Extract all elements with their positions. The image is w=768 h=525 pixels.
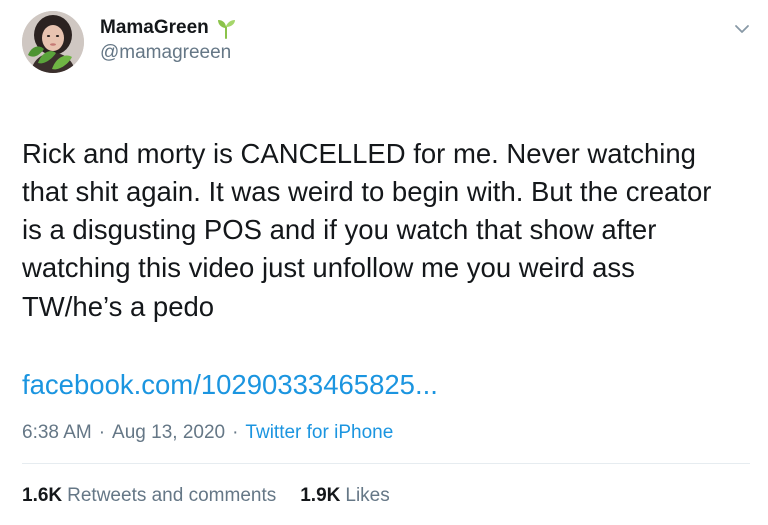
retweets-count: 1.6K (22, 485, 63, 506)
divider (22, 463, 750, 464)
tweet-link[interactable]: facebook.com/10290333465825... (22, 366, 438, 404)
profile-photo-avatar (22, 11, 84, 73)
avatar[interactable] (22, 11, 84, 73)
tweet-card: MamaGreen @mamagreeen Rick and morty is … (0, 0, 768, 525)
display-name[interactable]: MamaGreen (100, 17, 209, 39)
likes-count: 1.9K (300, 485, 341, 506)
likes-label: Likes (345, 485, 390, 506)
sprout-icon (215, 17, 237, 39)
tweet-text-paragraph: Rick and morty is CANCELLED for me. Neve… (22, 138, 712, 283)
tweet-date[interactable]: Aug 13, 2020 (112, 421, 225, 445)
user-handle[interactable]: @mamagreeen (100, 42, 231, 64)
likes-stat[interactable]: 1.9K Likes (300, 484, 390, 508)
meta-separator: · (98, 422, 106, 443)
retweets-label: Retweets and comments (67, 485, 277, 506)
author-header: MamaGreen (100, 17, 237, 39)
chevron-down-icon[interactable] (733, 20, 751, 38)
tweet-source[interactable]: Twitter for iPhone (245, 421, 393, 445)
tweet-text-trigger-warning: TW/he’s a pedo (22, 291, 215, 322)
retweets-stat[interactable]: 1.6K Retweets and comments (22, 484, 276, 508)
meta-separator: · (232, 422, 239, 443)
tweet-time[interactable]: 6:38 AM (22, 421, 92, 445)
tweet-meta: 6:38 AM · Aug 13, 2020 · Twitter for iPh… (22, 421, 393, 445)
tweet-stats: 1.6K Retweets and comments 1.9K Likes (22, 484, 390, 508)
